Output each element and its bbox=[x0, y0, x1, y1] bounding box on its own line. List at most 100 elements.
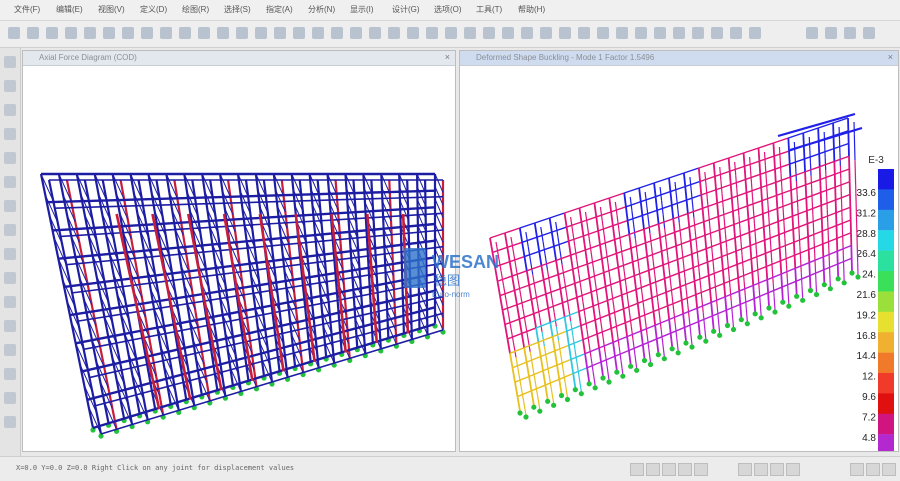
toolbar-button[interactable] bbox=[103, 27, 115, 39]
side-tool-button[interactable] bbox=[4, 272, 16, 284]
toolbar-button[interactable] bbox=[331, 27, 343, 39]
buckled-beam bbox=[819, 149, 834, 154]
status-control[interactable] bbox=[866, 463, 880, 476]
toolbar-button[interactable] bbox=[692, 27, 704, 39]
menu-item[interactable]: 显示(I) bbox=[350, 4, 374, 15]
toolbar-button[interactable] bbox=[521, 27, 533, 39]
buckled-upright bbox=[821, 192, 822, 205]
status-control[interactable] bbox=[630, 463, 644, 476]
menu-item[interactable]: 定义(D) bbox=[140, 4, 167, 15]
axial-force-3d-view[interactable] bbox=[23, 66, 455, 451]
toolbar-button[interactable] bbox=[179, 27, 191, 39]
toolbar-button[interactable] bbox=[749, 27, 761, 39]
toolbar-button[interactable] bbox=[616, 27, 628, 39]
side-tool-button[interactable] bbox=[4, 224, 16, 236]
toolbar-button[interactable] bbox=[312, 27, 324, 39]
toolbar-button[interactable] bbox=[369, 27, 381, 39]
toolbar-button[interactable] bbox=[407, 27, 419, 39]
side-tool-button[interactable] bbox=[4, 416, 16, 428]
toolbar-button[interactable] bbox=[730, 27, 742, 39]
side-tool-button[interactable] bbox=[4, 248, 16, 260]
toolbar-button[interactable] bbox=[635, 27, 647, 39]
side-tool-button[interactable] bbox=[4, 104, 16, 116]
toolbar-button[interactable] bbox=[578, 27, 590, 39]
side-tool-button[interactable] bbox=[4, 152, 16, 164]
toolbar-button[interactable] bbox=[27, 27, 39, 39]
side-tool-button[interactable] bbox=[4, 128, 16, 140]
menu-item[interactable]: 工具(T) bbox=[476, 4, 502, 15]
status-control[interactable] bbox=[678, 463, 692, 476]
toolbar-button[interactable] bbox=[198, 27, 210, 39]
status-control[interactable] bbox=[662, 463, 676, 476]
toolbar-button[interactable] bbox=[426, 27, 438, 39]
side-tool-button[interactable] bbox=[4, 56, 16, 68]
buckled-upright bbox=[659, 224, 661, 238]
support-node bbox=[703, 339, 708, 344]
side-tool-button[interactable] bbox=[4, 368, 16, 380]
side-tool-button[interactable] bbox=[4, 392, 16, 404]
menu-item[interactable]: 视图(V) bbox=[98, 4, 125, 15]
side-tool-button[interactable] bbox=[4, 344, 16, 356]
buckled-beam bbox=[527, 357, 541, 363]
menu-item[interactable]: 选择(S) bbox=[224, 4, 251, 15]
toolbar-button[interactable] bbox=[825, 27, 837, 39]
menu-item[interactable]: 选项(O) bbox=[434, 4, 462, 15]
status-control[interactable] bbox=[850, 463, 864, 476]
toolbar-button[interactable] bbox=[8, 27, 20, 39]
menu-item[interactable]: 设计(G) bbox=[392, 4, 420, 15]
toolbar-button[interactable] bbox=[84, 27, 96, 39]
toolbar-button[interactable] bbox=[540, 27, 552, 39]
toolbar-button[interactable] bbox=[293, 27, 305, 39]
toolbar-button[interactable] bbox=[502, 27, 514, 39]
status-control[interactable] bbox=[770, 463, 784, 476]
toolbar-button[interactable] bbox=[711, 27, 723, 39]
toolbar-button[interactable] bbox=[863, 27, 875, 39]
menu-item[interactable]: 帮助(H) bbox=[518, 4, 545, 15]
toolbar-button[interactable] bbox=[483, 27, 495, 39]
toolbar-button[interactable] bbox=[806, 27, 818, 39]
toolbar-button[interactable] bbox=[654, 27, 666, 39]
status-control[interactable] bbox=[786, 463, 800, 476]
status-control[interactable] bbox=[694, 463, 708, 476]
menu-item[interactable]: 分析(N) bbox=[308, 4, 335, 15]
close-icon[interactable]: × bbox=[445, 52, 450, 62]
toolbar-button[interactable] bbox=[217, 27, 229, 39]
status-control[interactable] bbox=[646, 463, 660, 476]
toolbar-button[interactable] bbox=[274, 27, 286, 39]
side-tool-button[interactable] bbox=[4, 296, 16, 308]
buckled-beam bbox=[510, 348, 524, 354]
toolbar-button[interactable] bbox=[46, 27, 58, 39]
side-tool-button[interactable] bbox=[4, 176, 16, 188]
status-control[interactable] bbox=[882, 463, 896, 476]
toolbar-button[interactable] bbox=[673, 27, 685, 39]
axial-force-pane[interactable]: Axial Force Diagram (COD) × bbox=[22, 50, 456, 452]
toolbar-button[interactable] bbox=[255, 27, 267, 39]
toolbar-button[interactable] bbox=[388, 27, 400, 39]
toolbar-button[interactable] bbox=[141, 27, 153, 39]
buckled-upright bbox=[726, 310, 727, 323]
buckled-beam bbox=[707, 257, 721, 262]
buckled-beam bbox=[737, 259, 751, 265]
toolbar-button[interactable] bbox=[350, 27, 362, 39]
menu-item[interactable]: 绘图(R) bbox=[182, 4, 209, 15]
status-control[interactable] bbox=[738, 463, 752, 476]
side-tool-button[interactable] bbox=[4, 80, 16, 92]
menu-item[interactable]: 编辑(E) bbox=[56, 4, 83, 15]
toolbar-button[interactable] bbox=[122, 27, 134, 39]
status-control[interactable] bbox=[754, 463, 768, 476]
buckled-upright bbox=[716, 190, 717, 203]
toolbar-button[interactable] bbox=[445, 27, 457, 39]
toolbar-button[interactable] bbox=[559, 27, 571, 39]
toolbar-button[interactable] bbox=[160, 27, 172, 39]
buckled-beam bbox=[691, 235, 705, 240]
menu-item[interactable]: 文件(F) bbox=[14, 4, 40, 15]
toolbar-button[interactable] bbox=[597, 27, 609, 39]
toolbar-button[interactable] bbox=[65, 27, 77, 39]
side-tool-button[interactable] bbox=[4, 320, 16, 332]
toolbar-button[interactable] bbox=[844, 27, 856, 39]
side-tool-button[interactable] bbox=[4, 200, 16, 212]
menu-item[interactable]: 指定(A) bbox=[266, 4, 293, 15]
close-icon[interactable]: × bbox=[888, 52, 893, 62]
toolbar-button[interactable] bbox=[236, 27, 248, 39]
toolbar-button[interactable] bbox=[464, 27, 476, 39]
